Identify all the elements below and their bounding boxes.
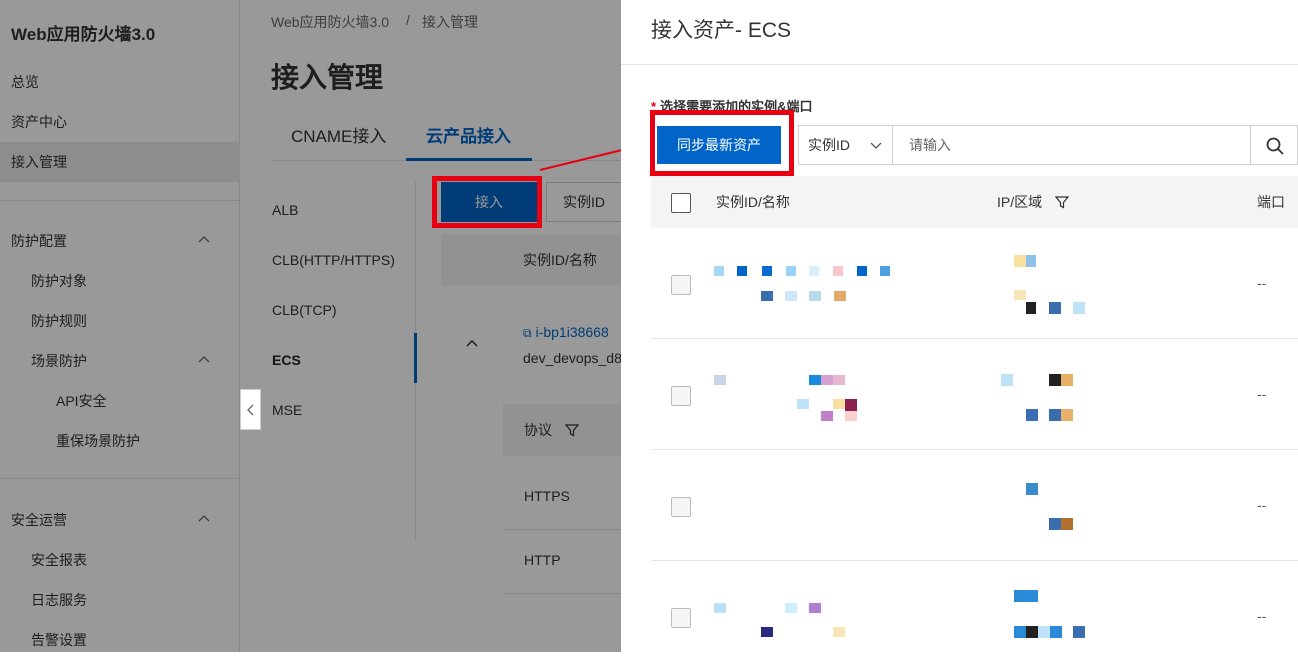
table-row[interactable]: -- [651, 339, 1298, 450]
port-value: -- [1257, 608, 1267, 624]
table-row[interactable]: -- [651, 561, 1298, 652]
table-row[interactable]: -- [651, 228, 1298, 339]
row-checkbox[interactable] [671, 497, 691, 517]
drawer-divider [621, 64, 1298, 65]
filter-icon[interactable] [1055, 195, 1069, 209]
column-header-port: 端口 [1257, 194, 1285, 210]
port-value: -- [1257, 386, 1267, 402]
highlight-box [650, 110, 794, 176]
search-field-label: 实例ID [808, 137, 850, 153]
table-header: 实例ID/名称 IP/区域 端口 [651, 176, 1298, 228]
select-all-checkbox[interactable] [671, 193, 691, 213]
port-value: -- [1257, 275, 1267, 291]
row-checkbox[interactable] [671, 275, 691, 295]
row-checkbox[interactable] [671, 608, 691, 628]
chevron-left-icon [247, 404, 254, 416]
search-input[interactable] [892, 125, 1251, 165]
search-field-select[interactable]: 实例ID [798, 125, 893, 165]
search-button[interactable] [1250, 125, 1298, 165]
asset-drawer: 接入资产- ECS *选择需要添加的实例&端口 同步最新资产 实例ID 实例ID… [621, 0, 1298, 652]
table-row[interactable]: -- [651, 450, 1298, 561]
collapse-sidebar-handle[interactable] [240, 389, 261, 430]
port-value: -- [1257, 497, 1267, 513]
column-header-instance: 实例ID/名称 [716, 194, 790, 210]
overlay-mask[interactable] [0, 0, 621, 652]
drawer-title: 接入资产- ECS [651, 19, 792, 42]
search-icon [1266, 137, 1284, 155]
row-checkbox[interactable] [671, 386, 691, 406]
highlight-box [432, 176, 542, 228]
column-header-ip-region: IP/区域 [997, 194, 1043, 210]
chevron-down-icon [870, 142, 882, 149]
